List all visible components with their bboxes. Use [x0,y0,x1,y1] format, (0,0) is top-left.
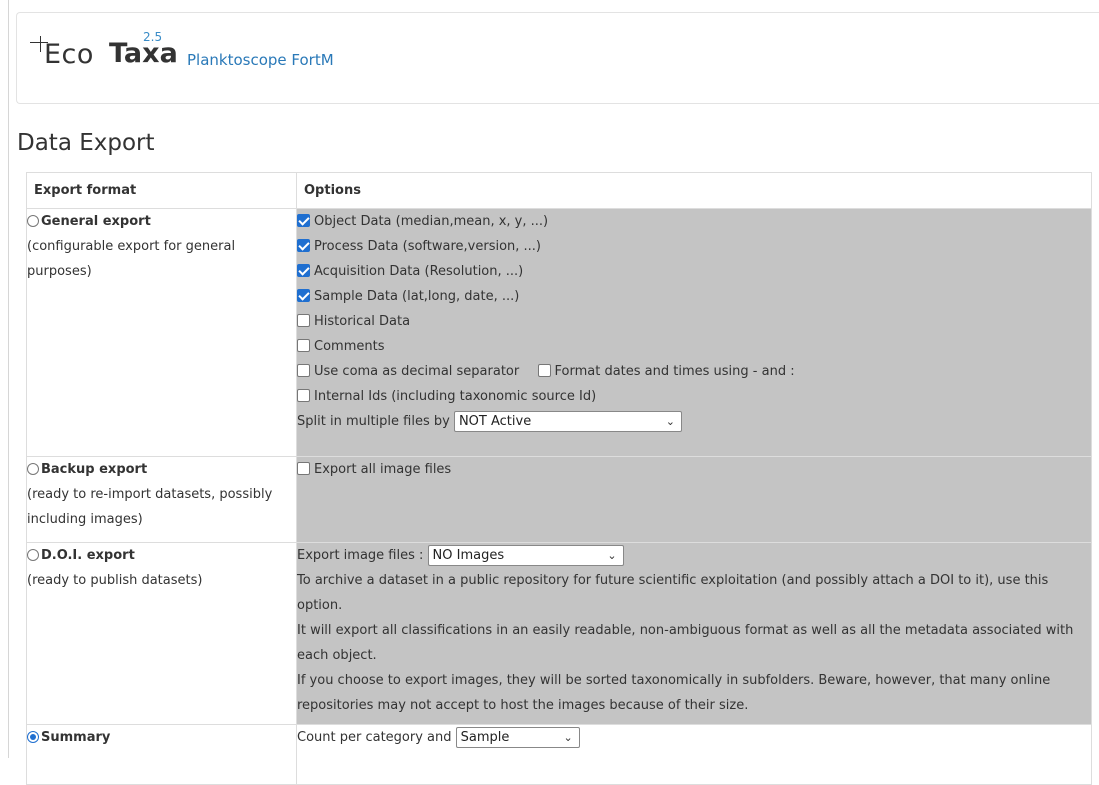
option-acquisition-data-label: Acquisition Data (Resolution, ...) [314,264,524,279]
option-count-per-category: Count per category and Sample ⌄ [297,725,1091,750]
col-header-format: Export format [26,172,297,209]
doi-paragraph-classifications: It will export all classifications in an… [297,623,1074,663]
option-historical-data-label: Historical Data [314,314,411,329]
chevron-down-icon: ⌄ [607,549,617,562]
option-object-data[interactable]: Object Data (median,mean, x, y, ...) [297,209,1091,234]
doi-export-cell: D.O.I. export (ready to publish datasets… [26,542,297,725]
left-border [8,0,9,758]
count-per-category-label: Count per category and [297,730,452,745]
option-sample-data-label: Sample Data (lat,long, date, ...) [314,289,520,304]
chevron-down-icon: ⌄ [665,415,675,428]
doi-paragraph-archive: To archive a dataset in a public reposit… [297,573,1049,613]
general-export-description: (configurable export for general purpose… [27,239,236,279]
option-export-images-label: Export all image files [314,462,452,477]
doi-images-value: NO Images [432,548,505,563]
row-doi-export: D.O.I. export (ready to publish datasets… [26,542,1092,725]
logo-eco-text: Eco [44,39,94,70]
option-coma-separator-label: Use coma as decimal separator [314,364,520,379]
count-per-category-value: Sample [460,730,510,745]
option-split-files: Split in multiple files by NOT Active ⌄ [297,409,1091,434]
general-export-radio[interactable]: General export [27,209,296,234]
option-export-images[interactable]: Export all image files [297,457,1091,482]
option-internal-ids-label: Internal Ids (including taxonomic source… [314,389,597,404]
option-sample-data[interactable]: Sample Data (lat,long, date, ...) [297,284,1091,309]
option-acquisition-data[interactable]: Acquisition Data (Resolution, ...) [297,259,1091,284]
logo-taxa-text: Taxa [109,38,178,69]
general-export-cell: General export (configurable export for … [26,208,297,457]
option-separators: Use coma as decimal separator Format dat… [297,359,1091,384]
option-coma-separator[interactable]: Use coma as decimal separator [297,364,519,379]
option-process-data-label: Process Data (software,version, ...) [314,239,541,254]
checkbox-sample-data[interactable] [297,289,310,302]
export-table: Export format Options General export (co… [26,172,1092,785]
option-historical-data[interactable]: Historical Data [297,309,1091,334]
row-backup-export: Backup export (ready to re-import datase… [26,456,1092,543]
chevron-down-icon: ⌄ [563,731,573,744]
split-files-select[interactable]: NOT Active ⌄ [453,411,682,432]
checkbox-internal-ids[interactable] [297,389,310,402]
general-options-cell: Object Data (median,mean, x, y, ...) Pro… [296,208,1092,457]
row-summary: Summary Count per category and Sample ⌄ [26,724,1092,785]
backup-options-cell: Export all image files [296,456,1092,543]
checkbox-comments[interactable] [297,339,310,352]
count-per-category-select[interactable]: Sample ⌄ [455,727,580,748]
version-label: 2.5 [143,30,163,44]
radio-icon[interactable] [27,463,39,475]
checkbox-coma-separator[interactable] [297,364,310,377]
option-format-dates-label: Format dates and times using - and : [554,364,795,379]
summary-radio[interactable]: Summary [27,725,296,750]
option-doi-images: Export image files : NO Images ⌄ [297,543,1091,568]
doi-paragraph-images: If you choose to export images, they wil… [297,673,1051,713]
option-format-dates[interactable]: Format dates and times using - and : [537,364,795,379]
option-internal-ids[interactable]: Internal Ids (including taxonomic source… [297,384,1091,409]
radio-icon[interactable] [27,215,39,227]
checkbox-format-dates[interactable] [537,364,551,377]
option-comments[interactable]: Comments [297,334,1091,359]
checkbox-export-images[interactable] [297,462,310,475]
backup-export-label: Backup export [41,462,148,477]
checkbox-historical-data[interactable] [297,314,310,327]
summary-cell: Summary [26,724,297,785]
backup-export-description: (ready to re-import datasets, possibly i… [27,487,273,527]
backup-export-radio[interactable]: Backup export [27,457,296,482]
doi-export-label: D.O.I. export [41,548,135,563]
checkbox-object-data[interactable] [297,214,310,227]
doi-images-label: Export image files : [297,548,424,563]
split-files-label: Split in multiple files by [297,414,450,429]
checkbox-acquisition-data[interactable] [297,264,310,277]
summary-label: Summary [41,730,111,745]
option-process-data[interactable]: Process Data (software,version, ...) [297,234,1091,259]
doi-export-description: (ready to publish datasets) [27,573,203,588]
backup-export-cell: Backup export (ready to re-import datase… [26,456,297,543]
doi-images-select[interactable]: NO Images ⌄ [427,545,624,566]
project-name-link[interactable]: Planktoscope FortM [187,51,334,69]
header-bar [16,12,1099,104]
radio-icon[interactable] [27,549,39,561]
option-object-data-label: Object Data (median,mean, x, y, ...) [314,214,549,229]
split-files-value: NOT Active [458,414,532,429]
option-comments-label: Comments [314,339,385,354]
col-header-options: Options [296,172,1092,209]
page-title: Data Export [17,130,155,156]
doi-export-radio[interactable]: D.O.I. export [27,543,296,568]
doi-options-cell: Export image files : NO Images ⌄ To archi… [296,542,1092,725]
table-header-row: Export format Options [26,172,1092,209]
row-general-export: General export (configurable export for … [26,208,1092,457]
summary-options-cell: Count per category and Sample ⌄ [296,724,1092,785]
general-export-label: General export [41,214,151,229]
checkbox-process-data[interactable] [297,239,310,252]
radio-selected-icon[interactable] [27,731,39,743]
